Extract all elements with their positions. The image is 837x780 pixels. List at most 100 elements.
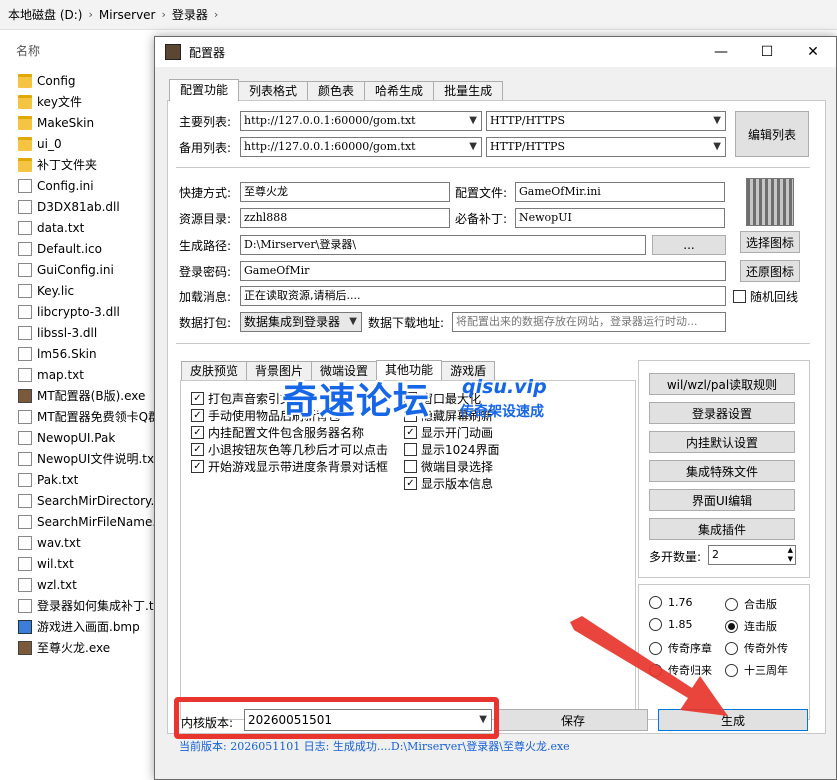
radio-circle-icon xyxy=(649,596,662,609)
side-button[interactable]: 集成插件 xyxy=(649,518,795,540)
file-list-item[interactable]: SearchMirDirectory.t xyxy=(18,490,158,511)
exe-icon xyxy=(18,388,32,403)
column-header-name[interactable]: 名称 xyxy=(16,42,40,59)
file-list-item[interactable]: data.txt xyxy=(18,217,158,238)
file-list-item[interactable]: NewopUI文件说明.txt xyxy=(18,448,158,469)
close-button[interactable]: ✕ xyxy=(790,37,836,67)
restore-icon-button[interactable]: 还原图标 xyxy=(740,260,800,282)
option-checkbox[interactable]: 微端目录选择 xyxy=(404,458,493,475)
checkmark-icon: ✓ xyxy=(191,443,204,456)
tab-background[interactable]: 背景图片 xyxy=(246,361,313,380)
breadcrumb-launcher[interactable]: 登录器 xyxy=(172,6,208,23)
version-radio[interactable]: 1.76 xyxy=(649,596,693,609)
file-name: libcrypto-3.dll xyxy=(37,304,120,319)
side-button[interactable]: 界面UI编辑 xyxy=(649,489,795,511)
file-list-item[interactable]: wzl.txt xyxy=(18,574,158,595)
file-icon xyxy=(18,577,32,592)
title-bar[interactable]: 配置器 — ☐ ✕ xyxy=(155,37,836,67)
file-list-item[interactable]: wav.txt xyxy=(18,532,158,553)
option-checkbox[interactable]: ✓ 开始游戏显示带进度条背景对话框 xyxy=(191,458,388,475)
shortcut-input[interactable]: 至尊火龙 xyxy=(240,182,450,202)
option-checkbox[interactable]: ✓ 小退按钮灰色等几秒后才可以点击 xyxy=(191,441,388,458)
minimize-button[interactable]: — xyxy=(698,37,744,67)
checkmark-icon: ✓ xyxy=(191,460,204,473)
file-list-item[interactable]: SearchMirFileName.t xyxy=(18,511,158,532)
option-label: 隐藏屏幕刷新 xyxy=(421,409,494,423)
option-checkbox[interactable]: 隐藏屏幕刷新 xyxy=(404,407,493,424)
tab-other-functions[interactable]: 其他功能 xyxy=(376,360,443,380)
file-list-item[interactable]: NewopUI.Pak xyxy=(18,427,158,448)
backup-list-proto-select[interactable]: HTTP/HTTPS ▼ xyxy=(486,137,726,157)
primary-list-url-select[interactable]: http://127.0.0.1:60000/gom.txt ▼ xyxy=(240,111,482,131)
file-list-item[interactable]: GuiConfig.ini xyxy=(18,259,158,280)
option-checkbox[interactable]: 显示1024界面 xyxy=(404,441,500,458)
file-list-item[interactable]: D3DX81ab.dll xyxy=(18,196,158,217)
primary-list-proto-value: HTTP/HTTPS xyxy=(490,114,565,127)
tab-game-shield[interactable]: 游戏盾 xyxy=(441,361,496,380)
file-name: Pak.txt xyxy=(37,472,79,487)
primary-list-proto-select[interactable]: HTTP/HTTPS ▼ xyxy=(486,111,726,131)
side-button[interactable]: 登录器设置 xyxy=(649,402,795,424)
side-button[interactable]: wil/wzl/pal读取规则 xyxy=(649,373,795,395)
file-list-item[interactable]: wil.txt xyxy=(18,553,158,574)
option-checkbox[interactable]: ✓ 显示开门动画 xyxy=(404,424,493,441)
tab-list-format[interactable]: 列表格式 xyxy=(238,81,309,101)
tab-batch[interactable]: 批量生成 xyxy=(433,81,504,101)
config-file-input[interactable]: GameOfMir.ini xyxy=(515,182,725,202)
file-list-item[interactable]: Config.ini xyxy=(18,175,158,196)
file-list-item[interactable]: MT配置器免费领卡Q群 xyxy=(18,406,158,427)
maximize-button[interactable]: ☐ xyxy=(744,37,790,67)
file-list-item[interactable]: 至尊火龙.exe xyxy=(18,637,158,658)
breadcrumb-mirserver[interactable]: Mirserver xyxy=(99,8,156,22)
file-list-item[interactable]: key文件 xyxy=(18,91,158,112)
option-checkbox[interactable]: ✓ 打包声音索引文件 xyxy=(191,390,304,407)
tab-hash[interactable]: 哈希生成 xyxy=(364,81,435,101)
file-name: data.txt xyxy=(37,220,85,235)
loading-msg-input[interactable]: 正在读取资源,请稍后.... xyxy=(240,286,726,306)
file-name: 补丁文件夹 xyxy=(37,158,98,172)
select-icon-button[interactable]: 选择图标 xyxy=(740,231,800,253)
file-list-item[interactable]: ui_0 xyxy=(18,133,158,154)
random-loop-checkbox[interactable]: 随机回线 xyxy=(733,288,798,305)
file-list-item[interactable]: libssl-3.dll xyxy=(18,322,158,343)
edit-list-button[interactable]: 编辑列表 xyxy=(735,111,809,157)
file-list-item[interactable]: map.txt xyxy=(18,364,158,385)
file-icon xyxy=(18,304,32,319)
output-path-input[interactable]: D:\Mirserver\登录器\ xyxy=(240,235,646,255)
file-list-item[interactable]: Config xyxy=(18,70,158,91)
checkmark-icon: ✓ xyxy=(191,426,204,439)
option-checkbox[interactable]: ✓ 手动使用物品后刷新背包 xyxy=(191,407,340,424)
browse-button[interactable]: ... xyxy=(652,235,726,255)
option-checkbox[interactable]: ✓ 显示版本信息 xyxy=(404,475,493,492)
explorer-address-bar[interactable]: 本地磁盘 (D:) › Mirserver › 登录器 › xyxy=(0,0,837,30)
multi-open-spinner[interactable]: 2 ▲ ▼ xyxy=(708,545,796,565)
backup-list-url-select[interactable]: http://127.0.0.1:60000/gom.txt ▼ xyxy=(240,137,482,157)
login-pwd-input[interactable]: GameOfMir xyxy=(240,261,726,281)
data-url-input[interactable]: 将配置出来的数据存放在网站，登录器运行时动... xyxy=(452,312,726,332)
side-button[interactable]: 集成特殊文件 xyxy=(649,460,795,482)
file-list-item[interactable]: 游戏进入画面.bmp xyxy=(18,616,158,637)
file-list-item[interactable]: Default.ico xyxy=(18,238,158,259)
file-list-item[interactable]: Pak.txt xyxy=(18,469,158,490)
file-list-item[interactable]: 登录器如何集成补丁.t xyxy=(18,595,158,616)
data-pack-select[interactable]: 数据集成到登录器 ▼ xyxy=(240,312,362,332)
resource-dir-input[interactable]: zzhl888 xyxy=(240,208,450,228)
required-patch-input[interactable]: NewopUI xyxy=(515,208,725,228)
file-list-item[interactable]: MakeSkin xyxy=(18,112,158,133)
side-button[interactable]: 内挂默认设置 xyxy=(649,431,795,453)
file-icon xyxy=(18,262,32,277)
file-list-item[interactable]: MT配置器(B版).exe xyxy=(18,385,158,406)
option-checkbox[interactable]: 窗口最大化 xyxy=(404,390,481,407)
file-list-item[interactable]: libcrypto-3.dll xyxy=(18,301,158,322)
tab-config[interactable]: 配置功能 xyxy=(169,79,240,101)
breadcrumb-drive[interactable]: 本地磁盘 (D:) xyxy=(8,6,82,23)
tab-color-table[interactable]: 颜色表 xyxy=(307,81,366,101)
file-list-item[interactable]: lm56.Skin xyxy=(18,343,158,364)
shortcut-label: 快捷方式: xyxy=(179,186,232,200)
file-list-item[interactable]: Key.lic xyxy=(18,280,158,301)
option-checkbox[interactable]: ✓ 内挂配置文件包含服务器名称 xyxy=(191,424,364,441)
tab-micro-client[interactable]: 微端设置 xyxy=(311,361,378,380)
tab-skin-preview[interactable]: 皮肤预览 xyxy=(181,361,248,380)
file-name: ui_0 xyxy=(37,136,62,151)
file-list-item[interactable]: 补丁文件夹 xyxy=(18,154,158,175)
